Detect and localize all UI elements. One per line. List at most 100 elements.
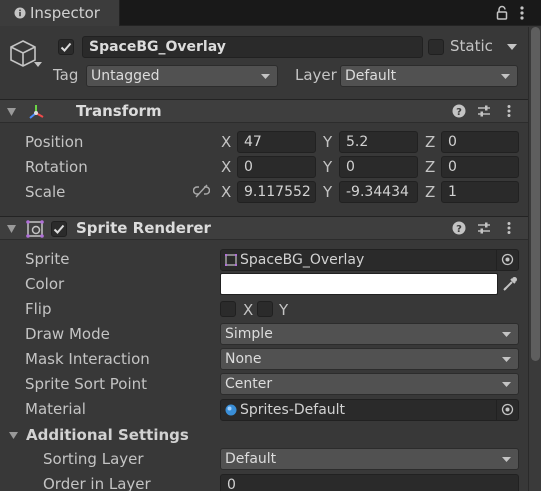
- order-in-layer-field[interactable]: 0: [220, 474, 519, 491]
- transform-header[interactable]: Transform ?: [0, 99, 528, 123]
- axis-y-label[interactable]: Y: [323, 183, 332, 201]
- object-name-field[interactable]: SpaceBG_Overlay: [82, 36, 423, 58]
- position-y-field[interactable]: 5.2: [339, 131, 418, 153]
- axis-z-label[interactable]: Z: [425, 183, 435, 201]
- order-in-layer-label: Order in Layer: [43, 475, 151, 491]
- layer-dropdown[interactable]: Default: [340, 65, 518, 87]
- tag-dropdown[interactable]: Untagged: [86, 65, 278, 87]
- chevron-down-icon: [502, 382, 511, 387]
- kebab-menu-icon[interactable]: [515, 5, 529, 21]
- axis-z-label[interactable]: Z: [425, 133, 435, 151]
- scale-z-field[interactable]: 1: [441, 181, 519, 203]
- flip-y-checkbox[interactable]: [257, 301, 273, 317]
- preset-icon[interactable]: [477, 104, 491, 118]
- chevron-down-icon: [502, 332, 511, 337]
- chevron-down-icon: [261, 74, 270, 79]
- sprite-value: SpaceBG_Overlay: [240, 252, 365, 268]
- scrollbar-thumb[interactable]: [531, 27, 540, 361]
- active-checkbox[interactable]: [58, 39, 74, 55]
- axis-y-label[interactable]: Y: [323, 133, 332, 151]
- axis-y-label[interactable]: Y: [323, 158, 332, 176]
- mask-interaction-value: None: [225, 351, 262, 367]
- position-z-field[interactable]: 0: [441, 131, 519, 153]
- kebab-menu-icon[interactable]: [502, 104, 516, 118]
- mask-interaction-label: Mask Interaction: [25, 350, 150, 368]
- chevron-down-icon: [502, 357, 511, 362]
- scale-label: Scale: [25, 183, 66, 201]
- foldout-triangle-icon[interactable]: [9, 432, 18, 439]
- sprite-renderer-enabled-checkbox[interactable]: [51, 221, 67, 237]
- material-label: Material: [25, 400, 86, 418]
- flip-x-label: X: [243, 301, 254, 319]
- rotation-z-field[interactable]: 0: [441, 156, 519, 178]
- sorting-layer-dropdown[interactable]: Default: [220, 448, 519, 470]
- sprite-renderer-icon: [26, 220, 44, 238]
- color-field[interactable]: [220, 273, 498, 295]
- static-checkbox[interactable]: [428, 39, 444, 55]
- rotation-label: Rotation: [25, 158, 88, 176]
- transform-icon: [29, 105, 44, 119]
- material-value: Sprites-Default: [240, 402, 346, 418]
- sprite-label: Sprite: [25, 250, 70, 268]
- color-label: Color: [25, 275, 65, 293]
- position-label: Position: [25, 133, 84, 151]
- position-x-field[interactable]: 47: [237, 131, 316, 153]
- object-picker-button[interactable]: [496, 400, 518, 420]
- target-icon: [501, 253, 514, 266]
- draw-mode-value: Simple: [225, 326, 273, 342]
- flip-label: Flip: [25, 300, 52, 318]
- sorting-layer-value: Default: [225, 451, 277, 467]
- material-sphere-icon: [225, 404, 237, 416]
- scrollbar[interactable]: [528, 27, 541, 491]
- draw-mode-label: Draw Mode: [25, 325, 110, 343]
- axis-x-label[interactable]: X: [221, 183, 231, 201]
- foldout-triangle-icon[interactable]: [7, 225, 16, 233]
- axis-x-label[interactable]: X: [221, 158, 231, 176]
- scale-y-field[interactable]: -9.34434: [339, 181, 418, 203]
- flip-y-label: Y: [279, 301, 289, 319]
- preset-icon[interactable]: [477, 221, 491, 235]
- object-picker-button[interactable]: [496, 250, 518, 270]
- help-icon[interactable]: ?: [452, 221, 466, 235]
- rotation-y-field[interactable]: 0: [339, 156, 418, 178]
- mask-interaction-dropdown[interactable]: None: [220, 348, 519, 370]
- transform-title: Transform: [76, 102, 162, 120]
- chevron-down-icon: [501, 74, 510, 79]
- lock-icon[interactable]: [495, 5, 509, 21]
- material-object-field[interactable]: Sprites-Default: [220, 399, 519, 421]
- kebab-menu-icon[interactable]: [502, 221, 516, 235]
- flip-x-checkbox[interactable]: [220, 301, 236, 317]
- static-dropdown-icon[interactable]: [507, 44, 517, 50]
- svg-text:?: ?: [456, 224, 462, 235]
- axis-z-label[interactable]: Z: [425, 158, 435, 176]
- tag-label: Tag: [53, 66, 79, 84]
- additional-settings-foldout[interactable]: Additional Settings: [0, 424, 528, 446]
- layer-label: Layer: [295, 66, 337, 84]
- rotation-x-field[interactable]: 0: [237, 156, 316, 178]
- svg-text:?: ?: [456, 107, 462, 118]
- sorting-layer-label: Sorting Layer: [43, 450, 144, 468]
- sprite-sort-point-dropdown[interactable]: Center: [220, 373, 519, 395]
- draw-mode-dropdown[interactable]: Simple: [220, 323, 519, 345]
- foldout-triangle-icon[interactable]: [7, 108, 16, 116]
- unlinked-scale-icon[interactable]: [193, 184, 210, 198]
- info-icon: [14, 7, 26, 19]
- scale-x-field[interactable]: 9.117552: [237, 181, 316, 203]
- chevron-down-icon[interactable]: [34, 62, 42, 68]
- tag-value: Untagged: [91, 68, 160, 84]
- tab-inspector[interactable]: Inspector: [0, 0, 120, 26]
- layer-value: Default: [345, 68, 397, 84]
- checkmark-icon: [60, 42, 72, 52]
- axis-x-label[interactable]: X: [221, 133, 231, 151]
- eyedropper-icon[interactable]: [500, 274, 520, 294]
- sprite-renderer-header[interactable]: Sprite Renderer ?: [0, 216, 528, 240]
- sprite-asset-icon: [225, 254, 237, 266]
- checkmark-icon: [53, 224, 65, 234]
- sprite-sort-point-value: Center: [225, 376, 273, 392]
- sprite-object-field[interactable]: SpaceBG_Overlay: [220, 249, 519, 271]
- help-icon[interactable]: ?: [452, 104, 466, 118]
- static-label: Static: [450, 37, 493, 55]
- tab-label: Inspector: [30, 4, 100, 22]
- sprite-sort-point-label: Sprite Sort Point: [25, 375, 148, 393]
- target-icon: [501, 403, 514, 416]
